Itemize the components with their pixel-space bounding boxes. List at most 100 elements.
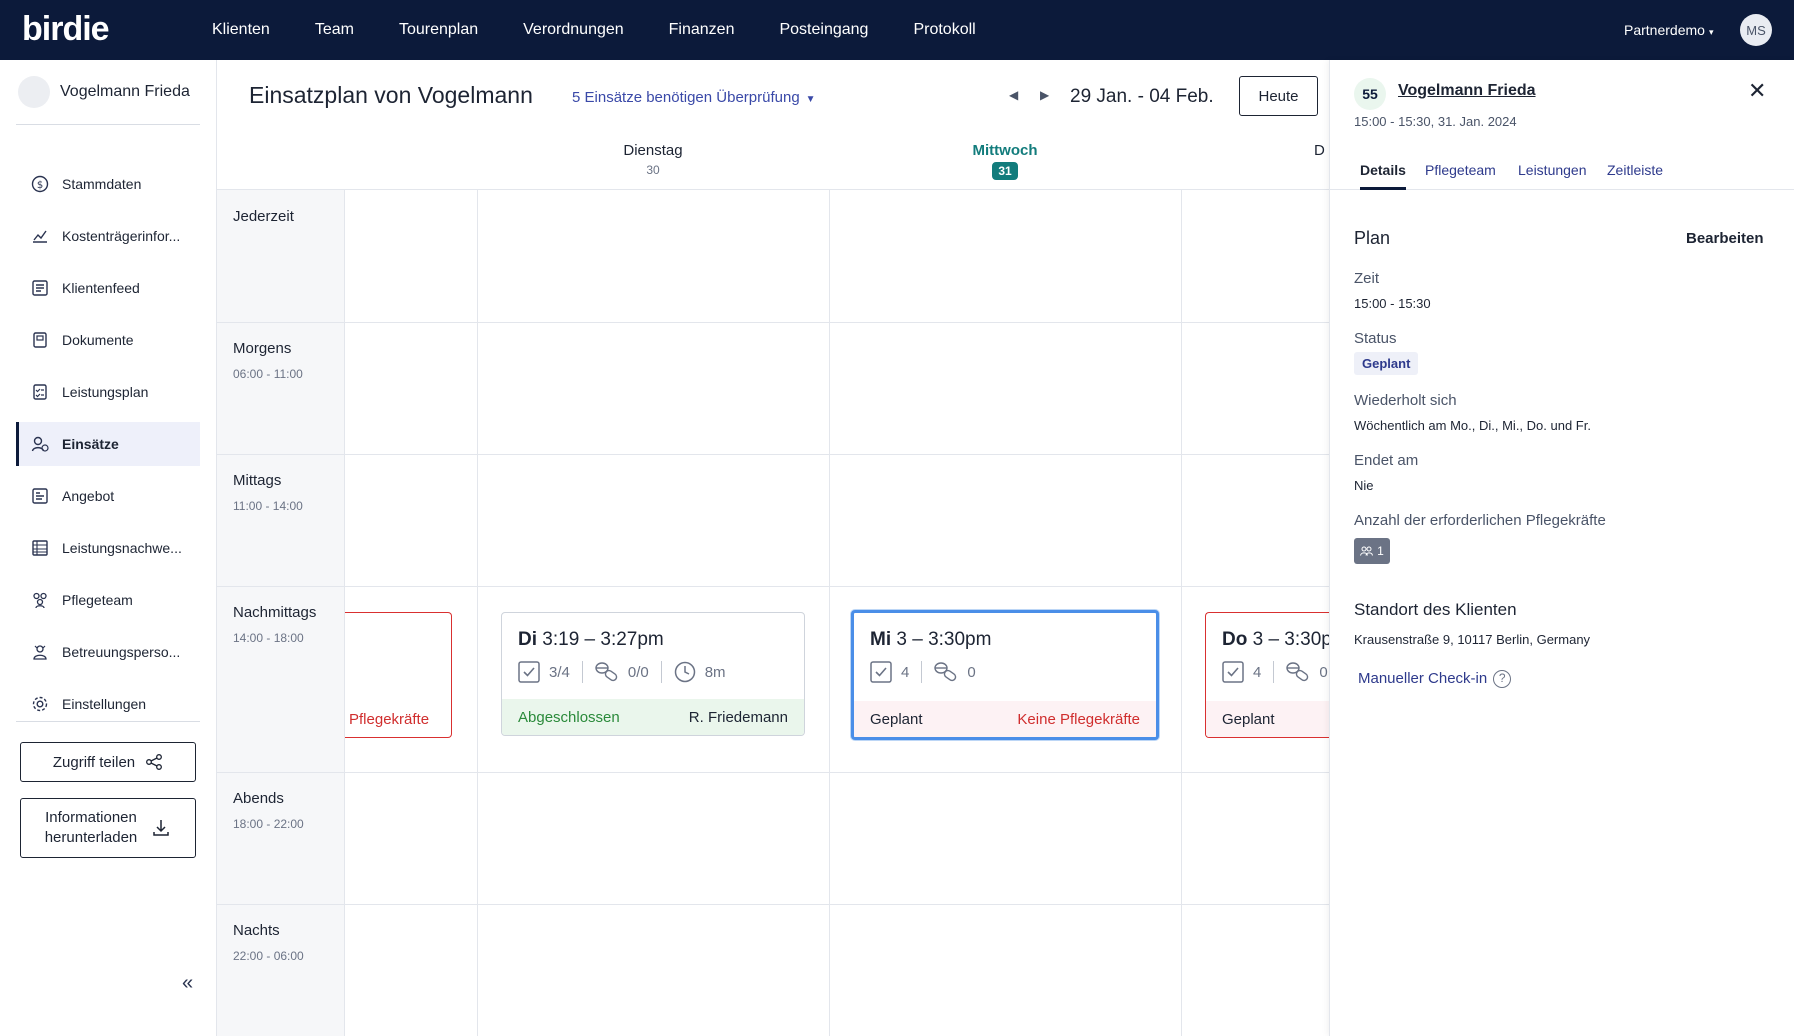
caret-down-icon: ▼: [805, 94, 816, 105]
download-label-line1: Informationen: [45, 809, 137, 826]
next-week-icon[interactable]: ▶: [1040, 88, 1049, 102]
caregiver-icon: [30, 642, 50, 662]
sidebar-item-stammdaten[interactable]: $ Stammdaten: [16, 162, 200, 206]
main-menu: Klienten Team Tourenplan Verordnungen Fi…: [212, 0, 1021, 60]
manual-checkin-link[interactable]: Manueller Check-in?: [1358, 670, 1512, 689]
divider: [921, 661, 923, 683]
sidebar-item-kostentraeger[interactable]: Kostenträgerinfor...: [16, 214, 200, 258]
tab-leistungen[interactable]: Leistungen: [1518, 162, 1587, 178]
day-header-wednesday[interactable]: Mittwoch 31: [905, 142, 1105, 180]
visit-card-monday[interactable]: Pflegekräfte: [345, 612, 452, 738]
today-button[interactable]: Heute: [1239, 76, 1318, 116]
timeslot-time: 22:00 - 06:00: [233, 949, 304, 963]
visit-card-tuesday[interactable]: Di 3:19 – 3:27pm 3/4 0/0 8m Abgeschlosse…: [501, 612, 805, 736]
top-navigation: birdie Klienten Team Tourenplan Verordnu…: [0, 0, 1794, 60]
time-label: Zeit: [1354, 270, 1380, 287]
sidebar-menu: $ Stammdaten Kostenträgerinfor... Klient…: [16, 162, 200, 734]
person-visit-icon: [30, 434, 50, 454]
ends-value: Nie: [1354, 478, 1374, 493]
close-icon[interactable]: ✕: [1748, 78, 1766, 104]
repeat-value: Wöchentlich am Mo., Di., Mi., Do. und Fr…: [1354, 418, 1591, 433]
divider: [660, 661, 662, 683]
sidebar-item-einstellungen[interactable]: Einstellungen: [16, 682, 200, 726]
account-menu[interactable]: Partnerdemo ▾: [1624, 22, 1713, 38]
gear-icon: [30, 694, 50, 714]
timeslot-jederzeit: Jederzeit: [233, 208, 294, 225]
day-name: D: [1314, 142, 1325, 159]
ends-label: Endet am: [1354, 452, 1419, 469]
client-link[interactable]: Vogelmann Frieda: [1398, 82, 1536, 100]
visit-time: Di 3:19 – 3:27pm: [518, 629, 664, 651]
meds-count: 0: [967, 663, 976, 681]
sidebar-item-label: Leistungsnachwe...: [62, 540, 182, 556]
nav-finanzen[interactable]: Finanzen: [669, 21, 735, 39]
checklist-icon: [30, 382, 50, 402]
visit-time-range: 3 – 3:30pm: [896, 629, 992, 650]
visit-card-wednesday[interactable]: Mi 3 – 3:30pm 4 0 Geplant Keine Pflegekr…: [851, 610, 1159, 740]
checkbox-icon: [870, 661, 892, 683]
page-title: Einsatzplan von Vogelmann: [249, 82, 533, 108]
table-icon: [30, 538, 50, 558]
visit-day: Mi: [870, 629, 892, 650]
tab-pflegeteam[interactable]: Pflegeteam: [1425, 162, 1496, 178]
download-info-button[interactable]: Informationen herunterladen: [20, 798, 196, 858]
timeslot-name: Jederzeit: [233, 208, 294, 225]
collapse-sidebar-icon[interactable]: «: [182, 972, 193, 995]
sidebar-item-leistungsplan[interactable]: Leistungsplan: [16, 370, 200, 414]
previous-week-icon[interactable]: ◀: [1009, 88, 1018, 102]
divider: [1273, 661, 1275, 683]
sidebar-item-label: Pflegeteam: [62, 592, 133, 608]
checkbox-icon: [518, 661, 540, 683]
edit-button[interactable]: Bearbeiten: [1686, 230, 1764, 247]
nav-posteingang[interactable]: Posteingang: [779, 21, 868, 39]
visit-card-thursday[interactable]: Do 3 – 3:30pm 4 0 Geplant: [1205, 612, 1329, 738]
visit-time: Mi 3 – 3:30pm: [870, 629, 991, 651]
sidebar-item-einsaetze[interactable]: Einsätze: [16, 422, 200, 466]
birdie-logo[interactable]: birdie: [22, 10, 110, 49]
visit-metrics: 4 0: [870, 661, 976, 683]
tab-details[interactable]: Details: [1360, 162, 1406, 190]
timeslot-name: Nachmittags: [233, 604, 317, 621]
visit-badge: 55: [1354, 78, 1386, 110]
sidebar-item-betreuungspersonen[interactable]: Betreuungsperso...: [16, 630, 200, 674]
nav-verordnungen[interactable]: Verordnungen: [523, 21, 624, 39]
sidebar-item-angebot[interactable]: Angebot: [16, 474, 200, 518]
review-dropdown[interactable]: 5 Einsätze benötigen Überprüfung ▼: [572, 89, 816, 106]
day-header-row: Dienstag 30 Mittwoch 31 D: [217, 132, 1329, 190]
visit-day: Di: [518, 629, 537, 650]
day-header-thursday[interactable]: D: [1217, 142, 1329, 159]
nav-protokoll[interactable]: Protokoll: [913, 21, 975, 39]
team-icon: [30, 590, 50, 610]
help-icon[interactable]: ?: [1493, 670, 1512, 689]
client-sidebar: Vogelmann Frieda $ Stammdaten Kostenträg…: [0, 60, 217, 1036]
nav-team[interactable]: Team: [315, 21, 354, 39]
day-number: 31: [992, 162, 1018, 180]
carer-warning: Keine Pflegekräfte: [1017, 710, 1140, 728]
nav-klienten[interactable]: Klienten: [212, 21, 270, 39]
dollar-icon: $: [30, 174, 50, 194]
sidebar-item-klientenfeed[interactable]: Klientenfeed: [16, 266, 200, 310]
timeslot-mittags: Mittags 11:00 - 14:00: [233, 472, 303, 513]
divider: [477, 190, 478, 1036]
timeslot-nachmittags: Nachmittags 14:00 - 18:00: [233, 604, 316, 645]
sidebar-item-label: Kostenträgerinfor...: [62, 228, 181, 244]
divider: [217, 772, 1329, 773]
divider: [217, 904, 1329, 905]
chevron-down-icon: ▾: [1708, 27, 1714, 37]
nav-tourenplan[interactable]: Tourenplan: [399, 21, 478, 39]
tab-zeitleiste[interactable]: Zeitleiste: [1607, 162, 1663, 178]
download-info-label: Informationen herunterladen: [45, 808, 138, 848]
share-access-button[interactable]: Zugriff teilen: [20, 742, 196, 782]
divider: [829, 190, 830, 1036]
sidebar-item-pflegeteam[interactable]: Pflegeteam: [16, 578, 200, 622]
client-header: Vogelmann Frieda: [18, 76, 190, 108]
sidebar-item-dokumente[interactable]: Dokumente: [16, 318, 200, 362]
timeslot-time: 14:00 - 18:00: [233, 631, 304, 645]
sidebar-item-leistungsnachweis[interactable]: Leistungsnachwe...: [16, 526, 200, 570]
day-header-tuesday[interactable]: Dienstag 30: [553, 142, 753, 177]
user-avatar[interactable]: MS: [1740, 14, 1772, 46]
visit-metrics: 4 0: [1222, 661, 1328, 683]
feed-icon: [30, 278, 50, 298]
divider: [217, 586, 1329, 587]
share-icon: [145, 753, 163, 771]
